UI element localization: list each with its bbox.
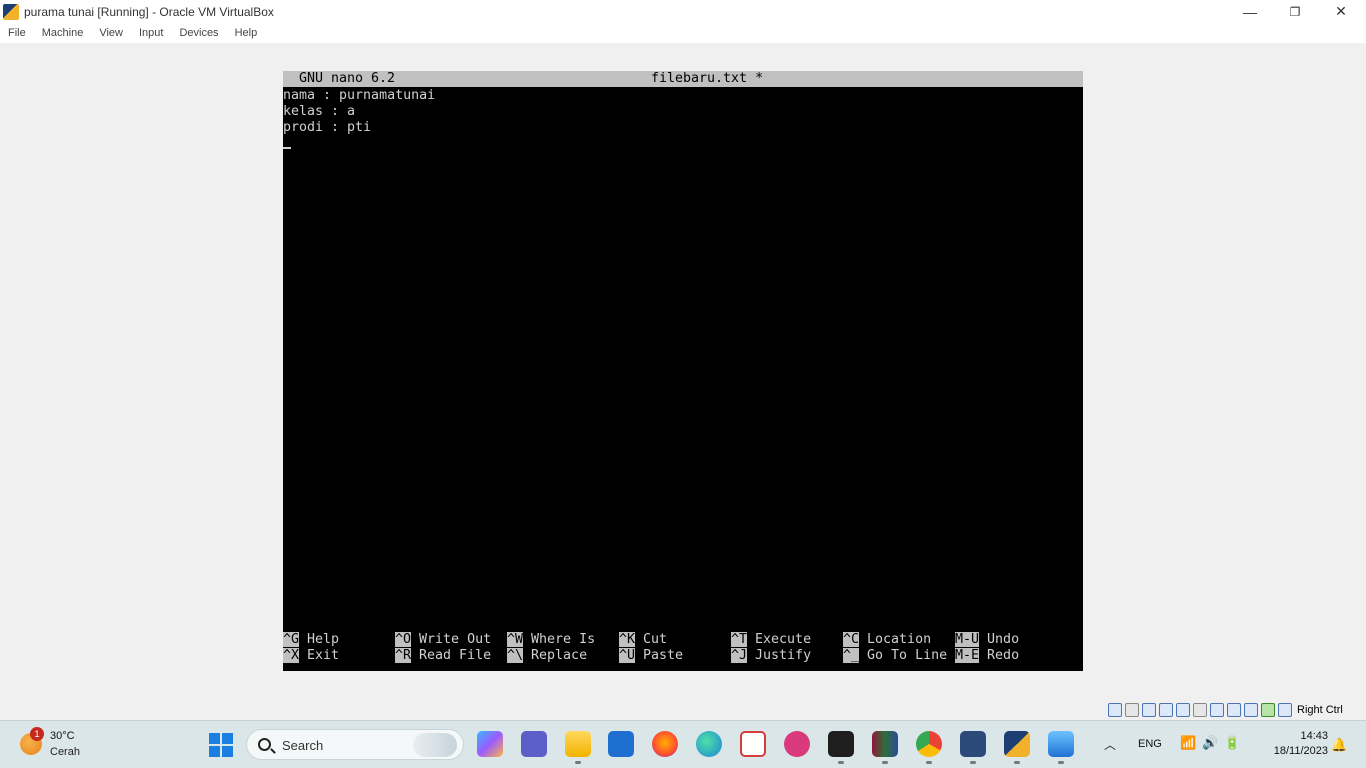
display-icon[interactable] bbox=[1210, 703, 1224, 717]
file-explorer-icon[interactable] bbox=[565, 731, 591, 757]
wifi-icon[interactable]: 📶 bbox=[1180, 735, 1202, 750]
search-icon bbox=[258, 738, 271, 751]
terminal-icon[interactable] bbox=[828, 731, 854, 757]
shortcut-exit: ^X Exit bbox=[283, 648, 340, 663]
battery-icon[interactable]: 🔋 bbox=[1224, 735, 1246, 750]
teams-icon[interactable] bbox=[521, 731, 547, 757]
shortcut-go-to-line: ^_ Go To Line bbox=[843, 648, 948, 663]
text-line: prodi : pti bbox=[283, 120, 372, 135]
shortcut-undo: M-U Undo bbox=[955, 632, 1020, 647]
notification-badge: 1 bbox=[30, 727, 44, 741]
text-line: kelas : a bbox=[283, 104, 356, 119]
running-indicator bbox=[970, 761, 976, 764]
optical-drive-icon[interactable] bbox=[1125, 703, 1139, 717]
mouse-integration-icon[interactable] bbox=[1261, 703, 1275, 717]
chrome-icon[interactable] bbox=[916, 731, 942, 757]
taskbar-search[interactable]: Search bbox=[246, 729, 464, 760]
running-indicator bbox=[1014, 761, 1020, 764]
window-title: purama tunai [Running] - Oracle VM Virtu… bbox=[24, 4, 274, 19]
virtualbox-vm-icon[interactable] bbox=[1004, 731, 1030, 757]
shortcut-where-is: ^W Where Is bbox=[507, 632, 596, 647]
host-key-label: Right Ctrl bbox=[1297, 704, 1343, 716]
usb-icon[interactable] bbox=[1176, 703, 1190, 717]
hard-disk-icon[interactable] bbox=[1108, 703, 1122, 717]
weather-condition: Cerah bbox=[50, 746, 80, 758]
shortcut-paste: ^U Paste bbox=[619, 648, 684, 663]
text-cursor bbox=[283, 147, 291, 149]
shortcut-execute: ^T Execute bbox=[731, 632, 812, 647]
shortcut-write-out: ^O Write Out bbox=[395, 632, 492, 647]
start-button[interactable] bbox=[209, 733, 233, 757]
shortcut-location: ^C Location bbox=[843, 632, 932, 647]
nano-titlebar: GNU nano 6.2 filebaru.txt * bbox=[283, 71, 1083, 87]
shortcut-read-file: ^R Read File bbox=[395, 648, 492, 663]
shortcut-cut: ^K Cut bbox=[619, 632, 668, 647]
clock-date: 18/11/2023 bbox=[1273, 745, 1328, 757]
menu-machine[interactable]: Machine bbox=[34, 27, 92, 39]
shortcut-redo: M-E Redo bbox=[955, 648, 1020, 663]
shortcut-help: ^G Help bbox=[283, 632, 340, 647]
language-indicator[interactable]: ENG bbox=[1138, 738, 1162, 750]
text-line: nama : purnamatunai bbox=[283, 88, 436, 103]
system-tray-icons[interactable]: 📶🔊🔋 bbox=[1180, 735, 1247, 751]
menu-input[interactable]: Input bbox=[131, 27, 171, 39]
volume-icon[interactable]: 🔊 bbox=[1202, 735, 1224, 750]
menu-file[interactable]: File bbox=[0, 27, 34, 39]
running-indicator bbox=[926, 761, 932, 764]
vm-screen[interactable]: GNU nano 6.2 filebaru.txt * nama : purna… bbox=[283, 71, 1083, 671]
menu-help[interactable]: Help bbox=[227, 27, 266, 39]
chevron-up-icon[interactable]: ︿ bbox=[1104, 736, 1116, 753]
winrar-icon[interactable] bbox=[872, 731, 898, 757]
restore-button[interactable]: ❐ bbox=[1272, 0, 1318, 23]
windows-app-icon[interactable] bbox=[608, 731, 634, 757]
running-indicator bbox=[882, 761, 888, 764]
menubar: File Machine View Input Devices Help bbox=[0, 23, 1366, 43]
running-indicator bbox=[1058, 761, 1064, 764]
wps-office-icon[interactable] bbox=[784, 731, 810, 757]
window-titlebar: purama tunai [Running] - Oracle VM Virtu… bbox=[0, 0, 1366, 23]
minimize-button[interactable]: — bbox=[1227, 0, 1273, 23]
close-button[interactable]: ✕ bbox=[1318, 0, 1364, 23]
keyboard-icon[interactable] bbox=[1278, 703, 1292, 717]
clock-time: 14:43 bbox=[1300, 730, 1328, 742]
virtualbox-app-icon bbox=[3, 3, 19, 20]
nano-editor-content[interactable]: nama : purnamatunai kelas : a prodi : pt… bbox=[283, 88, 435, 136]
virtualbox-icon[interactable] bbox=[960, 731, 986, 757]
running-indicator bbox=[838, 761, 844, 764]
shortcut-replace: ^\ Replace bbox=[507, 648, 588, 663]
search-highlight-image bbox=[413, 733, 457, 757]
cpu-icon[interactable] bbox=[1244, 703, 1258, 717]
taskbar-clock[interactable]: 14:43 18/11/2023 bbox=[1256, 729, 1328, 759]
edge-icon[interactable] bbox=[696, 731, 722, 757]
copilot-icon[interactable] bbox=[477, 731, 503, 757]
windows-logo-icon bbox=[209, 733, 220, 744]
weather-temperature: 30°C bbox=[50, 730, 75, 742]
vbox-status-bar: Right Ctrl bbox=[1108, 700, 1366, 720]
audio-icon[interactable] bbox=[1142, 703, 1156, 717]
snipping-tool-icon[interactable] bbox=[740, 731, 766, 757]
network-icon[interactable] bbox=[1159, 703, 1173, 717]
running-indicator bbox=[575, 761, 581, 764]
nano-filename: filebaru.txt * bbox=[651, 71, 764, 86]
menu-devices[interactable]: Devices bbox=[171, 27, 226, 39]
shared-folders-icon[interactable] bbox=[1193, 703, 1207, 717]
recording-icon[interactable] bbox=[1227, 703, 1241, 717]
nano-version: GNU nano 6.2 bbox=[299, 71, 396, 86]
search-placeholder: Search bbox=[282, 738, 324, 753]
taskbar: 1 30°C Cerah Search ︿ ENG 📶🔊🔋 14:43 18/1… bbox=[0, 720, 1366, 768]
notification-bell-icon[interactable]: 🔔 bbox=[1331, 737, 1347, 753]
firefox-icon[interactable] bbox=[652, 731, 678, 757]
shortcut-justify: ^J Justify bbox=[731, 648, 812, 663]
nano-shortcut-bar: ^G Help ^X Exit ^O Write Out ^R Read Fil… bbox=[283, 632, 1083, 664]
menu-view[interactable]: View bbox=[91, 27, 131, 39]
photos-icon[interactable] bbox=[1048, 731, 1074, 757]
